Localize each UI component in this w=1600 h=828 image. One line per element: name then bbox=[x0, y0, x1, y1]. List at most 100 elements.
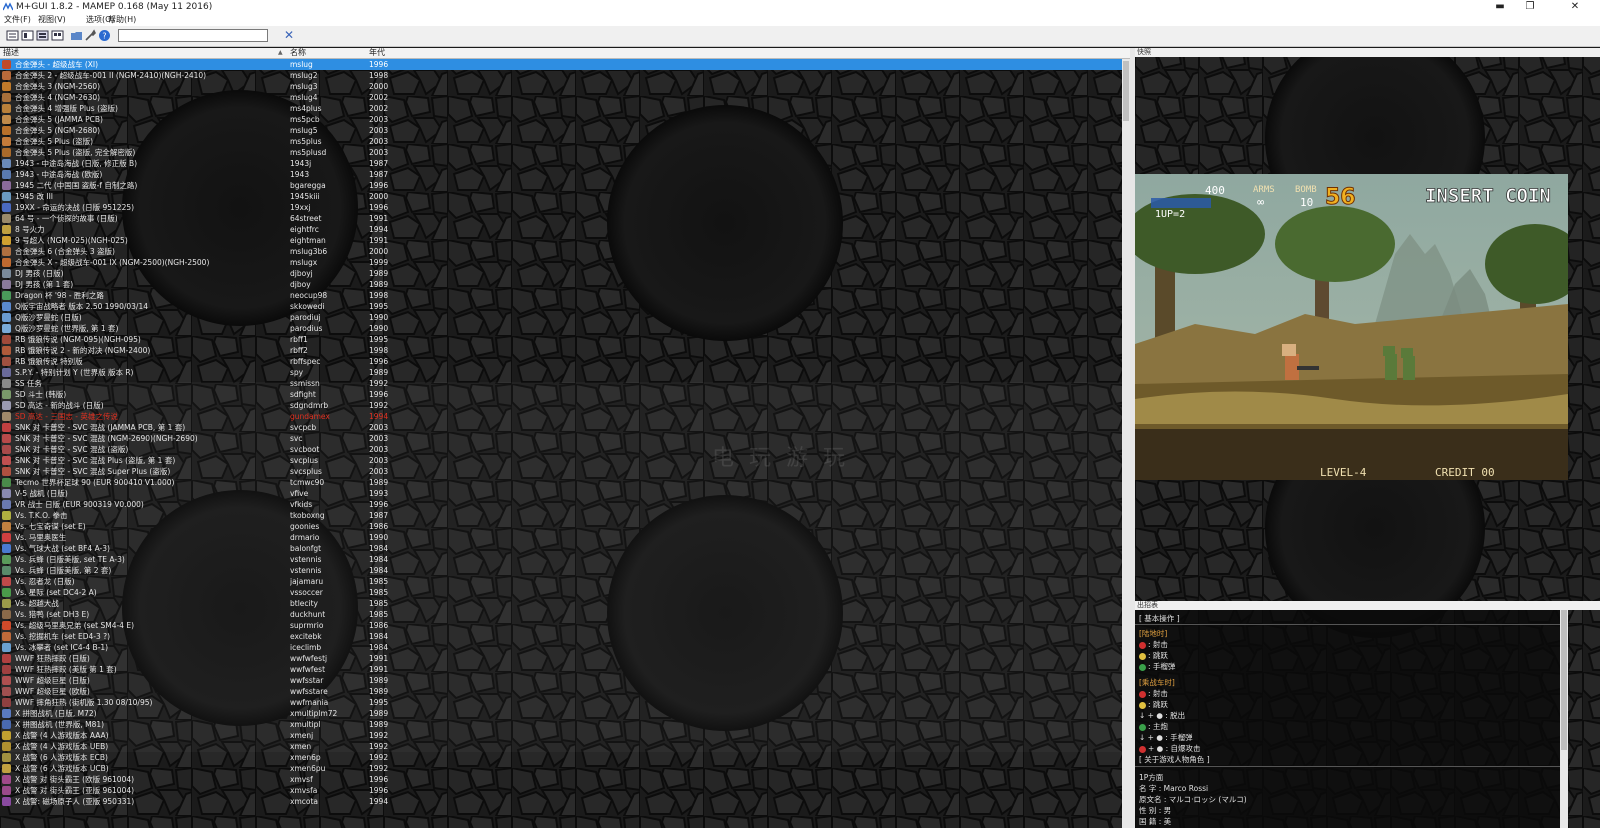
view-list-icon[interactable] bbox=[6, 29, 19, 42]
game-row[interactable]: X 战警 (6 人游戏版本 ECB) xmen6p 1992 bbox=[0, 752, 1122, 763]
menu-view[interactable]: 视图(V) bbox=[38, 14, 66, 26]
game-row[interactable]: Q版宇宙战略者 版本 2.50 1990/03/14 skkowedi 1995 bbox=[0, 301, 1122, 312]
game-row[interactable]: 合金弹头 5 Plus (盗版) ms5plus 2003 bbox=[0, 136, 1122, 147]
game-row[interactable]: 19XX - 命运的决战 (日版 951225) 19xxj 1996 bbox=[0, 202, 1122, 213]
game-row[interactable]: Dragon 杯 '98 - 胜利之路 neocup98 1998 bbox=[0, 290, 1122, 301]
game-description: Vs. 猎鸭 (set DH3 E) bbox=[15, 610, 90, 619]
game-row[interactable]: 合金弹头 6 (合金弹头 3 盗版) mslug3b6 2000 bbox=[0, 246, 1122, 257]
game-row[interactable]: Vs. 马里奥医生 drmario 1990 bbox=[0, 532, 1122, 543]
game-row[interactable]: X 战警 (4 人游戏版本 UEB) xmen 1992 bbox=[0, 741, 1122, 752]
game-row[interactable]: X 战警 (6 人游戏版本 UCB) xmen6pu 1992 bbox=[0, 763, 1122, 774]
game-row[interactable]: SNK 对 卡普空 - SVC 混战 (盗版) svcboot 2003 bbox=[0, 444, 1122, 455]
game-row[interactable]: 8 号火力 eightfrc 1994 bbox=[0, 224, 1122, 235]
game-rom-name: 1943 bbox=[290, 170, 310, 179]
game-row[interactable]: Vs. 兵蜂 (日版美版, set TE A-3) vstennis 1984 bbox=[0, 554, 1122, 565]
game-row[interactable]: 合金弹头 - 超级战车 (XI) mslug 1996 bbox=[0, 59, 1122, 70]
menu-file[interactable]: 文件(F) bbox=[4, 14, 31, 26]
column-name[interactable]: 名称 bbox=[290, 48, 306, 58]
game-row[interactable]: WWF 狂热摔跤 (美版 第 1 套) wwfwfest 1991 bbox=[0, 664, 1122, 675]
help-icon[interactable]: ? bbox=[98, 29, 111, 42]
game-year: 1984 bbox=[369, 643, 389, 652]
game-row[interactable]: Vs. 超越大战 btlecity 1985 bbox=[0, 598, 1122, 609]
game-row[interactable]: 合金弹头 X - 超级战车-001 IX (NGM-2500)(NGH-2500… bbox=[0, 257, 1122, 268]
game-row[interactable]: SNK 对 卡普空 - SVC 混战 Super Plus (盗版) svcspl… bbox=[0, 466, 1122, 477]
menu-help[interactable]: 帮助(H) bbox=[108, 14, 136, 26]
game-row[interactable]: RB 饿狼传说 (NGM-095)(NGH-095) rbff1 1995 bbox=[0, 334, 1122, 345]
game-row[interactable]: Q版沙罗曼蛇 (世界版, 第 1 套) parodius 1990 bbox=[0, 323, 1122, 334]
game-row[interactable]: SD 高达 - 新的战斗 (日版) sdgndmrb 1992 bbox=[0, 400, 1122, 411]
command-scrollbar-thumb[interactable] bbox=[1561, 610, 1567, 750]
column-desc[interactable]: 描述 bbox=[3, 48, 19, 58]
list-scrollbar[interactable] bbox=[1122, 59, 1130, 828]
game-description: VR 战士 日版 (EUR 900319 V0.000) bbox=[15, 500, 144, 509]
game-row[interactable]: X 拼图战机 (日版, M72) xmultiplm72 1989 bbox=[0, 708, 1122, 719]
game-row[interactable]: WWF 超级巨星 (欧版) wwfsstare 1989 bbox=[0, 686, 1122, 697]
game-row[interactable]: V-5 战机 (日版) vfive 1993 bbox=[0, 488, 1122, 499]
game-row[interactable]: 1945 改 III 1945kiii 2000 bbox=[0, 191, 1122, 202]
column-year[interactable]: 年代 bbox=[369, 48, 385, 58]
game-row[interactable]: SS 任务 ssmissn 1992 bbox=[0, 378, 1122, 389]
game-row[interactable]: 1943 - 中途岛海战 (欧版) 1943 1987 bbox=[0, 169, 1122, 180]
game-row[interactable]: 9 号超人 (NGM-025)(NGH-025) eightman 1991 bbox=[0, 235, 1122, 246]
game-row[interactable]: 合金弹头 2 - 超级战车-001 II (NGM-2410)(NGH-2410… bbox=[0, 70, 1122, 81]
game-row[interactable]: Vs. 星际 (set DC4-2 A) vssoccer 1985 bbox=[0, 587, 1122, 598]
game-row[interactable]: WWF 超级巨星 (日版) wwfsstar 1989 bbox=[0, 675, 1122, 686]
game-row[interactable]: RB 饿狼传说 特别版 rbffspec 1996 bbox=[0, 356, 1122, 367]
view-grouped-icon[interactable] bbox=[36, 29, 49, 42]
minimize-button[interactable]: ▬ bbox=[1485, 0, 1515, 14]
view-large-icon[interactable] bbox=[51, 29, 64, 42]
game-row[interactable]: RB 饿狼传说 2 - 新的对决 (NGM-2400) rbff2 1998 bbox=[0, 345, 1122, 356]
game-row[interactable]: Vs. 气球大战 (set BF4 A-3) balonfgt 1984 bbox=[0, 543, 1122, 554]
command-scrollbar[interactable] bbox=[1560, 610, 1568, 828]
game-row[interactable]: Vs. 忍者龙 (日版) jajamaru 1985 bbox=[0, 576, 1122, 587]
game-row[interactable]: SNK 对 卡普空 - SVC 混战 (NGM-2690)(NGH-2690) s… bbox=[0, 433, 1122, 444]
game-row[interactable]: Vs. T.K.O. 拳击 tkoboxng 1987 bbox=[0, 510, 1122, 521]
restore-button[interactable]: ❐ bbox=[1515, 0, 1545, 14]
game-row[interactable]: VR 战士 日版 (EUR 900319 V0.000) vfkids 1996 bbox=[0, 499, 1122, 510]
game-row[interactable]: X 战警 对 街头霸王 (亚版 961004) xmvsfa 1996 bbox=[0, 785, 1122, 796]
game-row[interactable]: Q版沙罗曼蛇 (日版) parodiuj 1990 bbox=[0, 312, 1122, 323]
game-row[interactable]: 1945 二代 (中国国 盗版-f 自制之路) bgaregga 1996 bbox=[0, 180, 1122, 191]
game-row[interactable]: SNK 对 卡普空 - SVC 混战 Plus (盗版, 第 1 套) svcpl… bbox=[0, 455, 1122, 466]
folder-icon[interactable] bbox=[70, 29, 83, 42]
game-row[interactable]: 合金弹头 4 (NGM-2630) mslug4 2002 bbox=[0, 92, 1122, 103]
game-row[interactable]: Vs. 猎鸭 (set DH3 E) duckhunt 1985 bbox=[0, 609, 1122, 620]
game-row[interactable]: X 拼图战机 (世界版, M81) xmultipl 1989 bbox=[0, 719, 1122, 730]
hud-bomb-label: BOMB bbox=[1295, 185, 1317, 195]
game-row[interactable]: 合金弹头 3 (NGM-2560) mslug3 2000 bbox=[0, 81, 1122, 92]
game-row[interactable]: Vs. 冰攀者 (set IC4-4 B-1) iceclimb 1984 bbox=[0, 642, 1122, 653]
game-row[interactable]: X 战警 对 街头霸王 (欧版 961004) xmvsf 1996 bbox=[0, 774, 1122, 785]
game-row[interactable]: DJ 男孩 (第 1 套) djboy 1989 bbox=[0, 279, 1122, 290]
game-row[interactable]: SD 高达 - 三国志 - 英雄之传说 gundamex 1994 bbox=[0, 411, 1122, 422]
game-row[interactable]: Vs. 七宝奇谋 (set E) goonies 1986 bbox=[0, 521, 1122, 532]
game-description: SD 斗士 (韩版) bbox=[15, 390, 67, 399]
game-row[interactable]: SNK 对 卡普空 - SVC 混战 (JAMMA PCB, 第 1 套) svc… bbox=[0, 422, 1122, 433]
game-row[interactable]: 合金弹头 5 (NGM-2680) mslug5 2003 bbox=[0, 125, 1122, 136]
tools-icon[interactable] bbox=[84, 29, 97, 42]
view-details-icon[interactable] bbox=[21, 29, 34, 42]
game-description: Vs. 挖掘机车 (set ED4-3 ?) bbox=[15, 632, 111, 641]
game-description: Q版沙罗曼蛇 (日版) bbox=[15, 313, 82, 322]
game-row[interactable]: 合金弹头 4 增强版 Plus (盗版) ms4plus 2002 bbox=[0, 103, 1122, 114]
game-row[interactable]: Tecmo 世界杯足球 90 (EUR 900410 V1.000) tcmwc9… bbox=[0, 477, 1122, 488]
list-scrollbar-thumb[interactable] bbox=[1123, 61, 1129, 121]
game-row[interactable]: DJ 男孩 (日版) djboyj 1989 bbox=[0, 268, 1122, 279]
game-row[interactable]: Vs. 兵蜂 (日版美版, 第 2 套) vstennis 1984 bbox=[0, 565, 1122, 576]
game-row[interactable]: S.P.Y. - 特别计划 Y (世界版 版本 R) spy 1989 bbox=[0, 367, 1122, 378]
game-description: X 战警 (6 人游戏版本 ECB) bbox=[15, 753, 108, 762]
game-row[interactable]: Vs. 超级马里奥兄弟 (set SM4-4 E) suprmrio 1986 bbox=[0, 620, 1122, 631]
game-rom-name: djboyj bbox=[290, 269, 313, 278]
search-input[interactable] bbox=[118, 29, 268, 42]
game-row[interactable]: Vs. 挖掘机车 (set ED4-3 ?) excitebk 1984 bbox=[0, 631, 1122, 642]
game-row[interactable]: 1943 - 中途岛海战 (日版, 修正版 B) 1943j 1987 bbox=[0, 158, 1122, 169]
clear-search-icon[interactable]: ✕ bbox=[284, 28, 294, 43]
game-row[interactable]: 合金弹头 5 Plus (盗版, 完全解密版) ms5plusd 2003 bbox=[0, 147, 1122, 158]
game-row[interactable]: 合金弹头 5 (JAMMA PCB) ms5pcb 2003 bbox=[0, 114, 1122, 125]
close-button[interactable]: ✕ bbox=[1560, 0, 1590, 14]
game-row[interactable]: WWF 摔角狂热 (街机版 1.30 08/10/95) wwfmania 1995 bbox=[0, 697, 1122, 708]
game-row[interactable]: X 战警 (4 人游戏版本 AAA) xmenj 1992 bbox=[0, 730, 1122, 741]
game-row[interactable]: SD 斗士 (韩版) sdfight 1996 bbox=[0, 389, 1122, 400]
game-row[interactable]: 64 号 - 一个侦探的故事 (日版) 64street 1991 bbox=[0, 213, 1122, 224]
game-row[interactable]: X 战警: 磁场原子人 (亚版 950331) xmcota 1994 bbox=[0, 796, 1122, 807]
game-row[interactable]: WWF 狂热摔跤 (日版) wwfwfestj 1991 bbox=[0, 653, 1122, 664]
